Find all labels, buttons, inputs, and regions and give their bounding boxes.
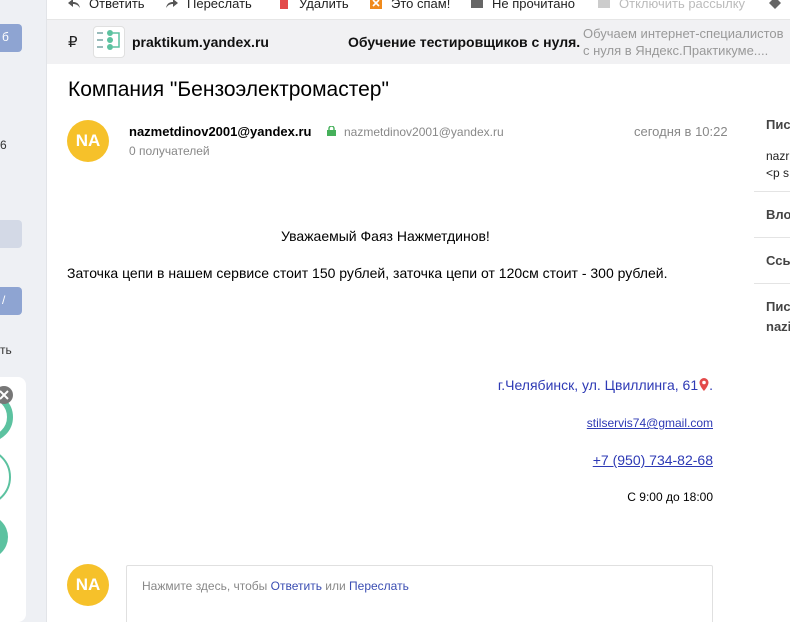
right-section-title[interactable]: Пис [766,299,790,314]
forward-button[interactable]: Переслать [166,0,252,12]
sender-email[interactable]: nazmetdinov2001@yandex.ru [344,125,504,139]
ad-logo-icon [93,26,125,58]
map-pin-icon [699,378,709,391]
lock-icon [327,126,336,136]
more-button[interactable] [769,0,790,12]
left-sidebar: б 6 / ть [0,0,47,622]
delete-button[interactable]: Удалить [278,0,349,12]
unsubscribe-button[interactable]: Отключить рассылку [598,0,745,12]
forward-label: Переслать [187,0,252,11]
reply-or: или [321,579,350,593]
unsubscribe-icon [598,0,610,8]
sidebar-fragment: б [2,30,9,44]
reply-arrow-icon [68,0,80,8]
divider [754,237,790,238]
address-link[interactable]: г.Челябинск, ул. Цвиллинга, 61. [498,377,713,393]
ad-domain[interactable]: praktikum.yandex.ru [132,34,269,50]
sidebar-button[interactable]: б [0,24,22,52]
sender-avatar[interactable]: NA [67,120,109,162]
spam-label: Это спам! [391,0,451,11]
forward-link[interactable]: Переслать [349,579,409,593]
quick-reply-prompt: Нажмите здесь, чтобы Ответить или Пересл… [142,579,409,593]
mail-window: б 6 / ть Ответить Переслать Удалить Это … [0,0,790,622]
promo-widget[interactable] [0,377,26,622]
unread-label: Не прочитано [492,0,575,11]
sender-name[interactable]: nazmetdinov2001@yandex.ru [129,124,311,139]
sidebar-fragment: / [2,293,6,307]
reply-prefix: Нажмите здесь, чтобы [142,579,271,593]
greeting: Уважаемый Фаяз Нажметдинов! [281,228,490,244]
forward-arrow-icon [166,0,178,8]
ad-banner[interactable]: ₽ praktikum.yandex.ru Обучение тестировщ… [47,20,790,64]
reply-label: Ответить [89,0,145,11]
ad-description: Обучаем интернет-специалистов с нуля в Я… [583,26,784,58]
message-toolbar: Ответить Переслать Удалить Это спам! Не … [47,0,790,20]
mark-unread-button[interactable]: Не прочитано [471,0,575,12]
sidebar-button[interactable]: / [0,287,22,315]
right-panel-text: <p s [766,166,790,180]
right-section-title[interactable]: Пис [766,117,790,132]
reply-avatar: NA [67,564,109,606]
body-text: Заточка цепи в нашем сервисе стоит 150 р… [67,265,668,281]
promo-graphic [0,386,13,554]
spam-icon [370,0,382,9]
right-section-title[interactable]: Ссь [766,253,790,268]
envelope-icon [471,0,483,8]
divider [754,191,790,192]
ruble-icon: ₽ [68,34,78,51]
ad-title[interactable]: Обучение тестировщиков с нуля. [348,34,580,50]
recipients-count[interactable]: 0 получателей [129,144,210,158]
email-link[interactable]: stilservis74@gmail.com [587,416,713,430]
sidebar-fragment: 6 [0,138,7,152]
reply-button[interactable]: Ответить [68,0,145,12]
divider [754,283,790,284]
sidebar-fragment: ть [0,343,12,357]
tag-icon [769,0,781,9]
working-hours: С 9:00 до 18:00 [627,490,713,504]
right-panel-text: nazr [766,149,790,163]
right-panel-text: nazi [766,319,790,334]
sidebar-button[interactable] [0,220,22,248]
address-end: . [709,377,713,393]
reply-link[interactable]: Ответить [271,579,322,593]
right-section-title[interactable]: Вло [766,207,790,222]
unsubscribe-label: Отключить рассылку [619,0,746,11]
message-subject: Компания "Бензоэлектромастер" [68,78,389,101]
trash-icon [280,0,288,9]
spam-button[interactable]: Это спам! [370,0,450,12]
phone-link[interactable]: +7 (950) 734-82-68 [593,452,713,468]
quick-reply-box[interactable]: Нажмите здесь, чтобы Ответить или Пересл… [126,565,713,622]
delete-label: Удалить [299,0,349,11]
message-date: сегодня в 10:22 [634,124,728,139]
address-text: г.Челябинск, ул. Цвиллинга, 61 [497,377,699,393]
